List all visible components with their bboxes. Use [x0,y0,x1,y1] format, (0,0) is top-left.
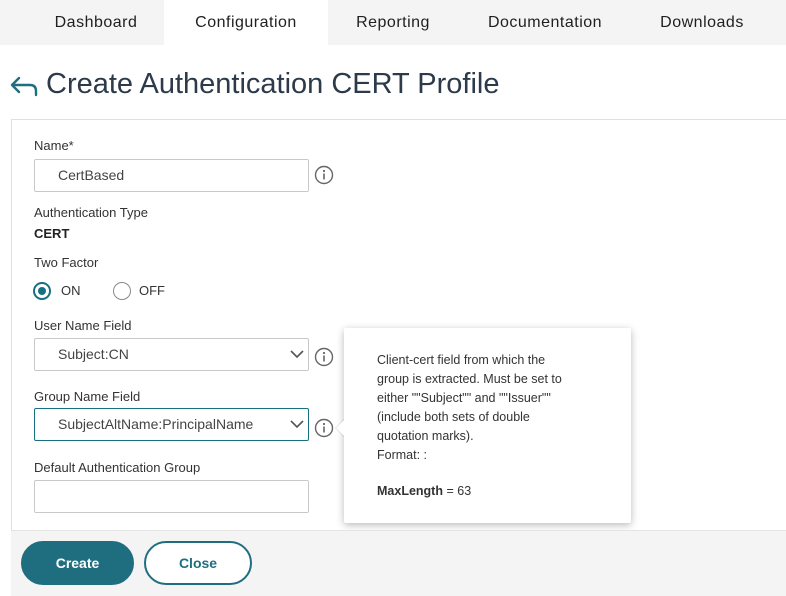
auth-type-value: CERT [34,226,70,241]
name-input[interactable]: CertBased [34,159,309,192]
default-auth-group-label: Default Authentication Group [34,460,201,475]
group-name-field-value: SubjectAltName:PrincipalName [58,416,254,432]
info-icon[interactable] [314,347,334,367]
tooltip-line: (include both sets of double [377,410,530,424]
two-factor-label: Two Factor [34,255,99,270]
default-auth-group-input[interactable] [34,480,309,513]
tooltip-line: Format: : [377,448,428,462]
tab-reporting[interactable]: Reporting [328,0,458,45]
chevron-down-icon [290,420,304,429]
back-arrow-icon[interactable] [10,75,38,97]
group-name-field-select[interactable]: SubjectAltName:PrincipalName [34,408,309,441]
name-label: Name* [34,138,74,153]
user-name-field-label: User Name Field [34,318,132,333]
tooltip-text: Client-cert field from which the group i… [377,351,607,465]
group-name-field-label: Group Name Field [34,389,141,404]
top-nav: Dashboard Configuration Reporting Docume… [0,0,786,45]
tooltip-arrow [336,419,345,437]
tooltip-maxlength: MaxLength = 63 [377,484,471,498]
tooltip-line: group is extracted. Must be set to [377,372,562,386]
two-factor-on-radio[interactable] [33,282,51,300]
tab-dashboard[interactable]: Dashboard [28,0,164,45]
tab-downloads[interactable]: Downloads [636,0,768,45]
two-factor-on-label: ON [61,283,81,298]
page-header: Create Authentication CERT Profile [0,45,786,119]
close-button[interactable]: Close [144,541,252,585]
tab-documentation[interactable]: Documentation [464,0,626,45]
tooltip-line: quotation marks). [377,429,474,443]
two-factor-off-label: OFF [139,283,165,298]
tooltip-maxlength-label: MaxLength [377,484,443,498]
tab-configuration[interactable]: Configuration [164,0,328,45]
info-icon[interactable] [314,418,334,438]
page-title: Create Authentication CERT Profile [46,68,500,100]
tooltip-maxlength-value: = 63 [446,484,472,498]
tooltip-line: Client-cert field from which the [377,353,546,367]
user-name-field-value: Subject:CN [58,346,129,362]
user-name-field-select[interactable]: Subject:CN [34,338,309,371]
auth-type-label: Authentication Type [34,205,148,220]
create-button[interactable]: Create [21,541,134,585]
tooltip-line: either ""Subject"" and ""Issuer"" [377,391,551,405]
info-icon[interactable] [314,165,334,185]
two-factor-off-radio[interactable] [113,282,131,300]
chevron-down-icon [290,350,304,359]
